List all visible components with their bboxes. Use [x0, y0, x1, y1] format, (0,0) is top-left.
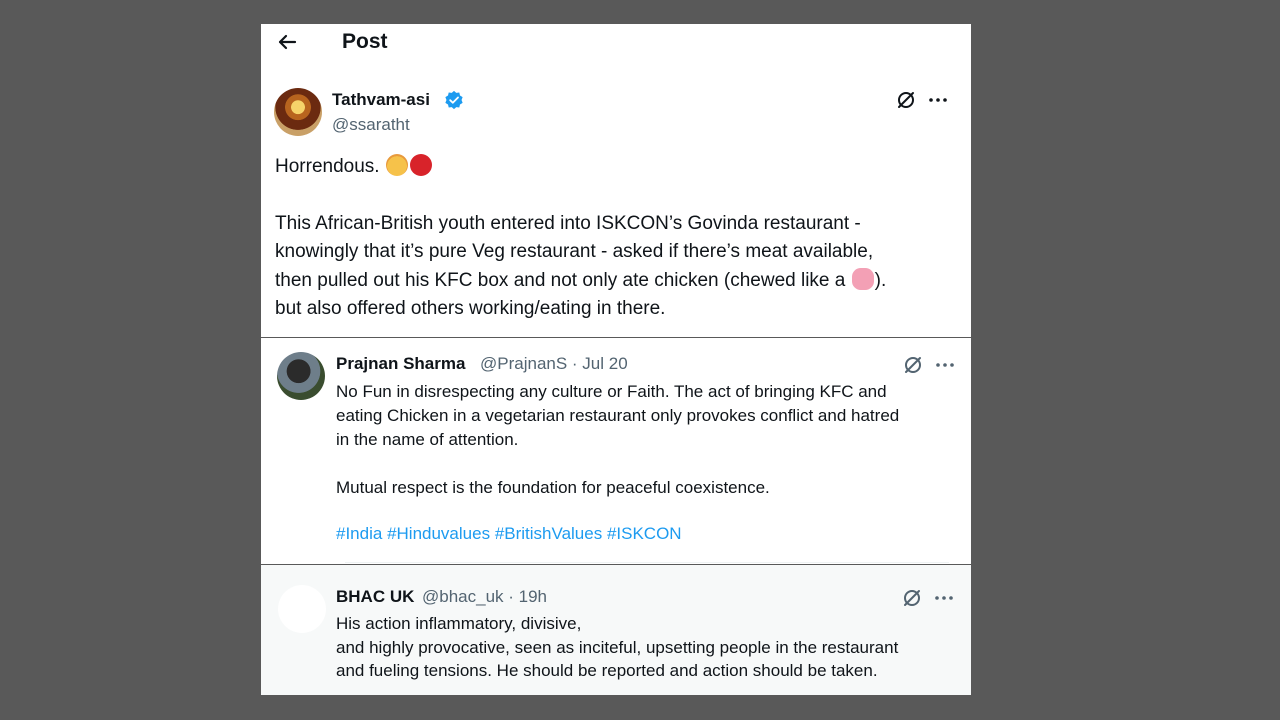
reply-text-line: and fueling tensions. He should be repor… — [336, 661, 878, 680]
post-header: Post — [261, 24, 971, 64]
flushed-face-emoji — [385, 154, 408, 176]
tweet-body-line: then pulled out his KFC box and not only… — [275, 270, 846, 291]
tweet-body-line: knowingly that it’s pure Veg restaurant … — [275, 241, 874, 262]
reply-text-line: and highly provocative, seen as incitefu… — [336, 638, 899, 657]
tweet-text-line1: Horrendous. — [275, 153, 433, 182]
hashtag-link[interactable]: #India — [336, 524, 382, 543]
grok-icon[interactable] — [901, 587, 923, 609]
hashtag-link[interactable]: #Hinduvalues — [387, 524, 490, 543]
tweet-body-line-with-emoji: then pulled out his KFC box and not only… — [275, 267, 886, 296]
angry-face-emoji — [409, 154, 432, 176]
reply-text-line: Mutual respect is the foundation for pea… — [336, 478, 770, 497]
grok-icon[interactable] — [895, 89, 917, 111]
tweet-body-paren: ). — [874, 270, 887, 291]
hashtag-link[interactable]: #ISKCON — [607, 524, 682, 543]
more-icon[interactable] — [927, 89, 949, 111]
reply-meta[interactable]: @bhac_uk · 19h — [422, 587, 547, 607]
back-arrow-icon — [278, 34, 297, 50]
page-title: Post — [342, 30, 388, 53]
avatar[interactable] — [278, 585, 326, 633]
tweet-headline: Horrendous. — [275, 156, 380, 177]
author-name[interactable]: Tathvam-asi — [332, 90, 430, 110]
reply-author-name[interactable]: Prajnan Sharma — [336, 354, 465, 374]
reply-card[interactable]: BHAC UK @bhac_uk · 19h His action inflam… — [261, 565, 971, 695]
reply-text-line: eating Chicken in a vegetarian restauran… — [336, 406, 900, 425]
hashtag-link[interactable]: #BritishValues — [495, 524, 602, 543]
back-button[interactable] — [273, 28, 301, 56]
main-post-panel: Post Tathvam-asi @ssaratht Horrendous. T… — [261, 24, 971, 337]
reply-card[interactable]: Prajnan Sharma @PrajnanS · Jul 20 No Fun… — [261, 338, 971, 564]
pig-face-emoji — [851, 268, 874, 290]
avatar[interactable] — [277, 352, 325, 400]
hashtag-list: #India #Hinduvalues #BritishValues #ISKC… — [336, 524, 682, 544]
verified-badge-icon — [445, 90, 463, 110]
reply-author-name[interactable]: BHAC UK — [336, 587, 414, 607]
reply-text-line: in the name of attention. — [336, 430, 519, 449]
more-icon[interactable] — [934, 354, 956, 376]
reply-text-line: His action inflammatory, divisive, — [336, 614, 582, 633]
card-border — [345, 562, 949, 563]
author-handle[interactable]: @ssaratht — [332, 115, 410, 135]
tweet-body-line: This African-British youth entered into … — [275, 213, 861, 234]
grok-icon[interactable] — [902, 354, 924, 376]
reply-text-line: No Fun in disrespecting any culture or F… — [336, 382, 887, 401]
reply-meta[interactable]: @PrajnanS · Jul 20 — [480, 354, 628, 374]
more-icon[interactable] — [933, 587, 955, 609]
avatar[interactable] — [274, 88, 322, 136]
tweet-body-line: but also offered others working/eating i… — [275, 298, 666, 319]
